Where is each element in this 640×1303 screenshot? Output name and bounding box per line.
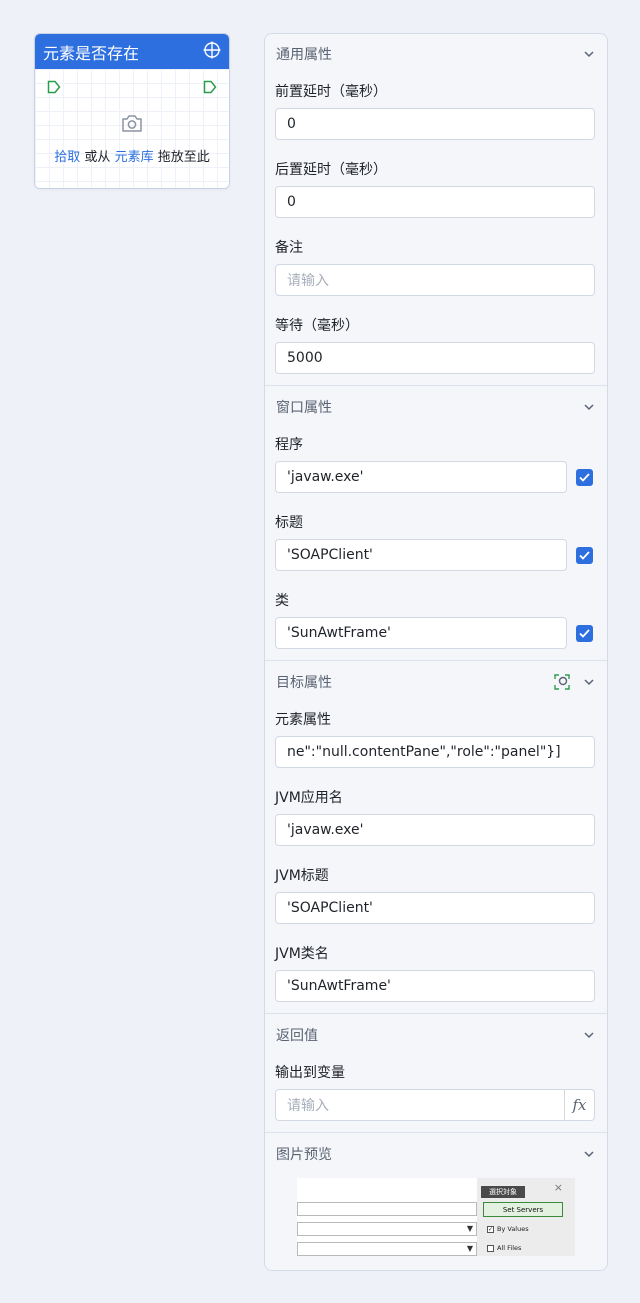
pre-delay-input[interactable]: 0: [275, 108, 595, 140]
jvm-app-input[interactable]: 'javaw.exe': [275, 814, 595, 846]
chevron-down-icon[interactable]: [583, 401, 595, 417]
pre-delay-label: 前置延时（毫秒）: [275, 84, 387, 100]
node-body[interactable]: 拾取 或从 元素库 拖放至此: [35, 69, 229, 188]
preview-set-servers-button: Set Servers: [483, 1202, 563, 1217]
node-title: 元素是否存在: [43, 43, 140, 63]
pick-link[interactable]: 拾取: [54, 150, 80, 165]
preview-text-field: [297, 1202, 477, 1216]
target-section-header[interactable]: 目标属性: [265, 670, 607, 694]
section-divider: [265, 385, 607, 386]
element-library-link[interactable]: 元素库: [115, 150, 154, 165]
program-checkbox[interactable]: [576, 469, 593, 486]
fx-button[interactable]: fx: [564, 1090, 594, 1120]
section-divider: [265, 1013, 607, 1014]
window-section-header[interactable]: 窗口属性: [265, 395, 607, 419]
post-delay-label: 后置延时（毫秒）: [275, 162, 387, 178]
preview-section-header[interactable]: 图片预览: [265, 1142, 607, 1166]
element-attr-label: 元素属性: [275, 712, 331, 728]
jvm-app-label: JVM应用名: [275, 790, 343, 806]
input-port-icon[interactable]: [47, 79, 61, 98]
jvm-title-input[interactable]: 'SOAPClient': [275, 892, 595, 924]
chevron-down-icon[interactable]: [583, 1148, 595, 1164]
properties-panel: 通用属性 前置延时（毫秒） 0 后置延时（毫秒） 0 备注 请输入 等待（毫秒）…: [264, 33, 608, 1271]
title-label: 标题: [275, 515, 303, 531]
or-from-text: 或从: [80, 150, 115, 165]
preview-dropdown: ▼: [297, 1222, 477, 1236]
crosshair-icon[interactable]: [203, 41, 221, 63]
preview-image: ▼ ▼ 選択対象 × Set Servers ✓ By Values All Fi…: [297, 1178, 575, 1256]
jvm-class-input[interactable]: 'SunAwtFrame': [275, 970, 595, 1002]
preview-form-area: ▼ ▼: [297, 1178, 477, 1256]
preview-dialog: 選択対象 × Set Servers ✓ By Values All Files: [477, 1178, 575, 1256]
preview-checkbox-row: ✓ By Values: [487, 1225, 529, 1233]
post-delay-input[interactable]: 0: [275, 186, 595, 218]
checkmark-icon: [579, 551, 590, 560]
preview-checkbox-row: All Files: [487, 1244, 521, 1252]
checkmark-icon: [579, 473, 590, 482]
output-port-icon[interactable]: [203, 79, 217, 98]
target-section-title: 目标属性: [276, 675, 332, 691]
return-section-header[interactable]: 返回值: [265, 1023, 607, 1047]
wait-input[interactable]: 5000: [275, 342, 595, 374]
output-variable-label: 输出到变量: [275, 1065, 345, 1081]
dropdown-arrow-icon: ▼: [466, 1244, 474, 1253]
title-input[interactable]: 'SOAPClient': [275, 539, 567, 571]
drag-hint-text: 拖放至此: [153, 150, 210, 165]
wait-label: 等待（毫秒）: [275, 318, 359, 334]
general-section-header[interactable]: 通用属性: [265, 42, 607, 66]
program-input[interactable]: 'javaw.exe': [275, 461, 567, 493]
camera-icon[interactable]: [121, 113, 143, 137]
close-icon: ×: [553, 1181, 563, 1194]
output-variable-input[interactable]: 请输入: [276, 1090, 564, 1120]
preview-check1-label: By Values: [497, 1225, 529, 1233]
node-header[interactable]: 元素是否存在: [35, 34, 229, 69]
node-drop-hint: 拾取 或从 元素库 拖放至此: [35, 146, 229, 165]
element-attr-input[interactable]: ne":"null.contentPane","role":"panel"}]: [275, 736, 595, 768]
checkbox-icon: [487, 1244, 494, 1252]
preview-dropdown: ▼: [297, 1242, 477, 1256]
chevron-down-icon[interactable]: [583, 676, 595, 692]
class-input[interactable]: 'SunAwtFrame': [275, 617, 567, 649]
section-divider: [265, 660, 607, 661]
class-checkbox[interactable]: [576, 625, 593, 642]
preview-check2-label: All Files: [497, 1244, 522, 1252]
title-checkbox[interactable]: [576, 547, 593, 564]
window-section-title: 窗口属性: [276, 400, 332, 416]
chevron-down-icon[interactable]: [583, 1029, 595, 1045]
jvm-title-label: JVM标题: [275, 868, 329, 884]
note-label: 备注: [275, 240, 303, 256]
locate-element-icon[interactable]: [553, 673, 571, 695]
section-divider: [265, 1132, 607, 1133]
preview-dialog-title: 選択対象: [481, 1186, 525, 1198]
note-input[interactable]: 请输入: [275, 264, 595, 296]
dropdown-arrow-icon: ▼: [466, 1224, 474, 1233]
checkbox-checked-icon: ✓: [487, 1225, 494, 1233]
chevron-down-icon[interactable]: [583, 48, 595, 64]
preview-section-title: 图片预览: [276, 1147, 332, 1163]
output-variable-field: 请输入 fx: [275, 1089, 595, 1121]
jvm-class-label: JVM类名: [275, 946, 329, 962]
return-section-title: 返回值: [276, 1028, 318, 1044]
program-label: 程序: [275, 437, 303, 453]
general-section-title: 通用属性: [276, 47, 332, 63]
class-label: 类: [275, 593, 289, 609]
element-exists-node[interactable]: 元素是否存在 拾取 或从 元素库 拖放至此: [34, 33, 230, 189]
checkmark-icon: [579, 629, 590, 638]
